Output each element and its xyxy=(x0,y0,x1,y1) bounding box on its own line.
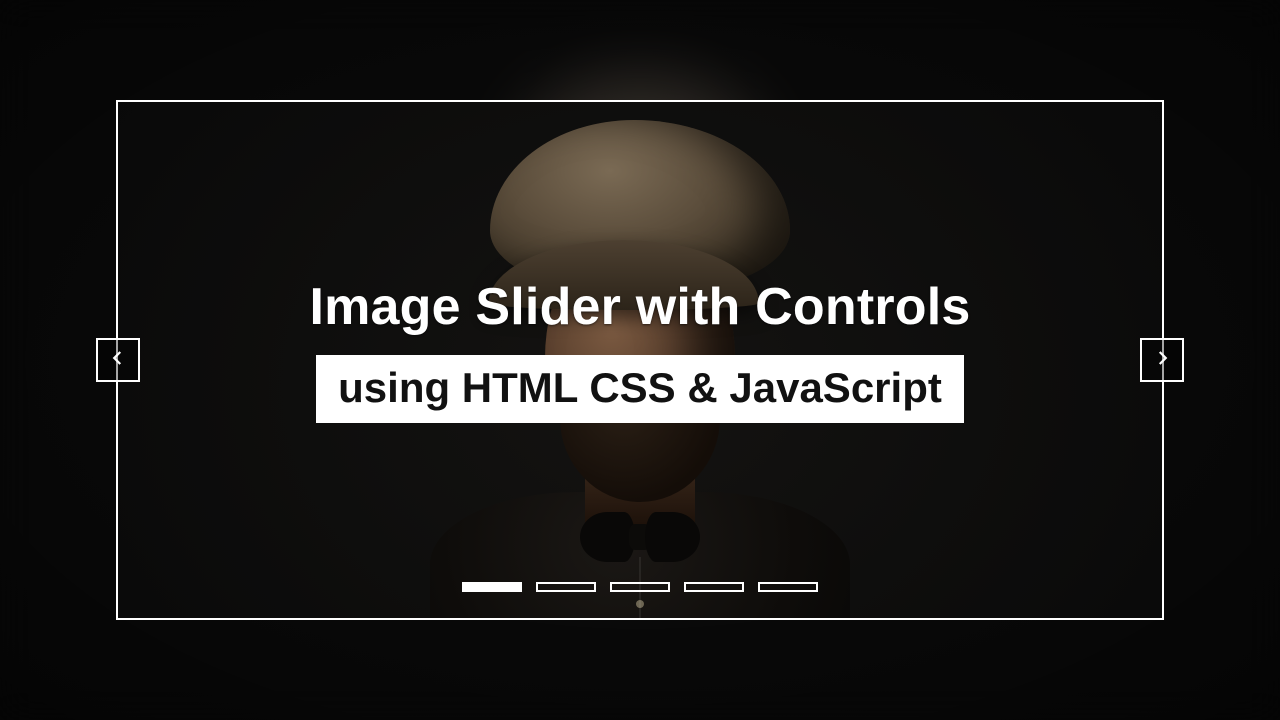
chevron-right-icon xyxy=(1153,349,1171,372)
chevron-left-icon xyxy=(109,349,127,372)
prev-button[interactable] xyxy=(96,338,140,382)
slide-title: Image Slider with Controls xyxy=(309,277,970,337)
portrait-button xyxy=(636,600,644,608)
pagination-dot[interactable] xyxy=(536,582,596,592)
slide-pagination xyxy=(118,582,1162,592)
portrait-bowtie xyxy=(580,512,700,562)
pagination-dot[interactable] xyxy=(684,582,744,592)
image-slider: Image Slider with Controls using HTML CS… xyxy=(116,100,1164,620)
pagination-dot[interactable] xyxy=(610,582,670,592)
pagination-dot[interactable] xyxy=(758,582,818,592)
pagination-dot[interactable] xyxy=(462,582,522,592)
slide-subtitle: using HTML CSS & JavaScript xyxy=(316,355,964,423)
next-button[interactable] xyxy=(1140,338,1184,382)
slide-caption: Image Slider with Controls using HTML CS… xyxy=(118,277,1162,423)
